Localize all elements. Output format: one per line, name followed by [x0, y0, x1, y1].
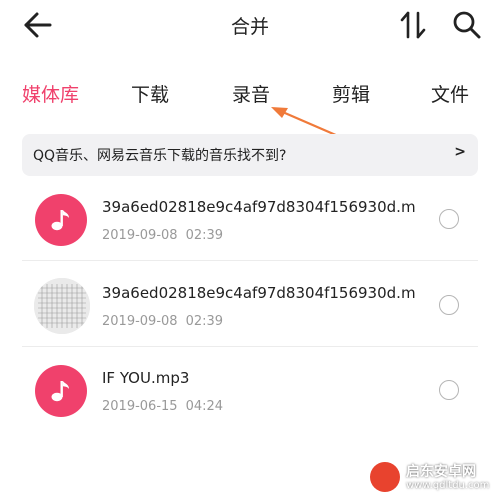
file-row[interactable]: IF YOU.mp3 2019-06-15 04:24 [0, 347, 500, 432]
select-radio[interactable] [439, 380, 459, 400]
file-row[interactable]: 39a6ed02818e9c4af97d8304f156930d.m 2019-… [0, 262, 500, 347]
watermark-text: 启东安卓网 [406, 464, 476, 480]
tab-downloads[interactable]: 下载 [131, 80, 169, 107]
music-note-icon [35, 194, 87, 246]
category-tabs: 媒体库 下载 录音 剪辑 文件 [0, 72, 500, 112]
music-note-icon [35, 365, 87, 417]
music-not-found-banner[interactable]: QQ音乐、网易云音乐下载的音乐找不到? > [22, 134, 478, 176]
file-time: 02:39 [185, 228, 224, 243]
arrow-left-icon [24, 12, 52, 38]
tab-recordings[interactable]: 录音 [232, 80, 270, 107]
back-button[interactable] [22, 10, 56, 40]
file-meta: 2019-09-08 02:39 [102, 228, 223, 243]
search-button[interactable] [450, 8, 484, 42]
top-bar: 合并 [0, 0, 500, 50]
watermark: 启东安卓网 www.qdltdu.com [370, 460, 498, 496]
divider [22, 260, 478, 261]
file-meta: 2019-06-15 04:24 [102, 399, 223, 414]
file-name: 39a6ed02818e9c4af97d8304f156930d.m [102, 284, 416, 302]
banner-text: QQ音乐、网易云音乐下载的音乐找不到? [33, 148, 287, 164]
tab-clips[interactable]: 剪辑 [332, 80, 370, 107]
select-radio[interactable] [439, 209, 459, 229]
search-icon [453, 11, 481, 39]
file-date: 2019-09-08 [102, 228, 178, 243]
tab-media-library[interactable]: 媒体库 [22, 80, 79, 107]
sort-button[interactable] [396, 8, 430, 42]
file-name: 39a6ed02818e9c4af97d8304f156930d.m [102, 198, 416, 216]
watermark-url: www.qdltdu.com [406, 480, 490, 491]
chevron-right-icon: > [454, 144, 466, 160]
tab-files[interactable]: 文件 [431, 80, 469, 107]
file-time: 02:39 [185, 314, 224, 329]
select-radio[interactable] [439, 295, 459, 315]
file-date: 2019-09-08 [102, 314, 178, 329]
sort-updown-icon [400, 11, 426, 39]
watermark-logo-icon [370, 462, 400, 492]
file-meta: 2019-09-08 02:39 [102, 314, 223, 329]
image-thumbnail [34, 278, 90, 334]
file-date: 2019-06-15 [102, 399, 178, 414]
file-name: IF YOU.mp3 [102, 369, 190, 387]
file-time: 04:24 [185, 399, 224, 414]
file-row[interactable]: 39a6ed02818e9c4af97d8304f156930d.m 2019-… [0, 176, 500, 261]
